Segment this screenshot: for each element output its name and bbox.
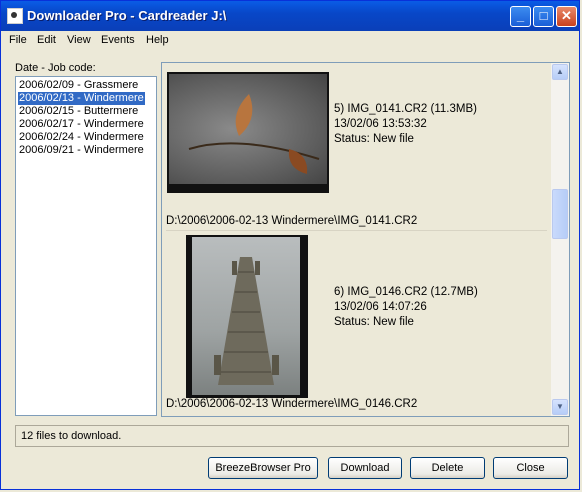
file-name: 6) IMG_0146.CR2 (12.7MB) bbox=[334, 286, 478, 298]
job-item[interactable]: 2006/09/21 - Windermere bbox=[18, 144, 145, 157]
main-window: Downloader Pro - Cardreader J:\ _ □ ✕ Fi… bbox=[0, 0, 580, 490]
window-title: Downloader Pro - Cardreader J:\ bbox=[27, 8, 227, 23]
scroll-thumb[interactable] bbox=[552, 189, 568, 239]
scroll-up-icon[interactable]: ▲ bbox=[552, 64, 568, 80]
download-button[interactable]: Download bbox=[328, 457, 402, 479]
menu-help[interactable]: Help bbox=[146, 34, 169, 46]
menu-file[interactable]: File bbox=[9, 34, 27, 46]
job-item[interactable]: 2006/02/17 - Windermere bbox=[18, 118, 145, 131]
file-status: Status: New file bbox=[334, 133, 414, 145]
job-item[interactable]: 2006/02/09 - Grassmere bbox=[18, 79, 139, 92]
menu-edit[interactable]: Edit bbox=[37, 34, 56, 46]
file-info-1: 5) IMG_0141.CR2 (11.3MB) 13/02/06 13:53:… bbox=[334, 102, 477, 147]
job-item[interactable]: 2006/02/24 - Windermere bbox=[18, 131, 145, 144]
vertical-scrollbar[interactable]: ▲ ▼ bbox=[551, 63, 569, 416]
menu-events[interactable]: Events bbox=[101, 34, 135, 46]
maximize-button[interactable]: □ bbox=[533, 6, 554, 27]
menu-view[interactable]: View bbox=[67, 34, 91, 46]
file-date: 13/02/06 13:53:32 bbox=[334, 118, 427, 130]
file-date: 13/02/06 14:07:26 bbox=[334, 301, 427, 313]
breezebrowser-button[interactable]: BreezeBrowser Pro bbox=[208, 457, 318, 479]
file-info-2: 6) IMG_0146.CR2 (12.7MB) 13/02/06 14:07:… bbox=[334, 285, 478, 330]
job-item-selected[interactable]: 2006/02/13 - Windermere bbox=[18, 92, 145, 105]
job-list-label: Date - Job code: bbox=[15, 62, 96, 74]
job-item[interactable]: 2006/02/15 - Buttermere bbox=[18, 105, 139, 118]
leaf-photo bbox=[169, 74, 327, 184]
file-status: Status: New file bbox=[334, 316, 414, 328]
delete-button[interactable]: Delete bbox=[410, 457, 485, 479]
status-bar: 12 files to download. bbox=[15, 425, 569, 447]
job-list[interactable]: 2006/02/09 - Grassmere 2006/02/13 - Wind… bbox=[15, 76, 157, 416]
jetty-photo bbox=[192, 237, 300, 395]
minimize-button[interactable]: _ bbox=[510, 6, 531, 27]
thumbnail-img-0146[interactable] bbox=[186, 235, 308, 398]
thumbnail-img-0141[interactable] bbox=[167, 72, 329, 193]
title-bar[interactable]: Downloader Pro - Cardreader J:\ _ □ ✕ bbox=[1, 1, 579, 31]
file-list: 5) IMG_0141.CR2 (11.3MB) 13/02/06 13:53:… bbox=[162, 63, 551, 416]
close-button[interactable]: Close bbox=[493, 457, 568, 479]
menu-bar: File Edit View Events Help bbox=[1, 31, 579, 51]
camera-icon bbox=[7, 8, 23, 24]
file-path: D:\2006\2006-02-13 Windermere\IMG_0146.C… bbox=[166, 398, 418, 410]
divider bbox=[166, 230, 547, 231]
file-path: D:\2006\2006-02-13 Windermere\IMG_0141.C… bbox=[166, 215, 418, 227]
close-window-button[interactable]: ✕ bbox=[556, 6, 577, 27]
scroll-down-icon[interactable]: ▼ bbox=[552, 399, 568, 415]
file-name: 5) IMG_0141.CR2 (11.3MB) bbox=[334, 103, 477, 115]
file-preview-panel[interactable]: 5) IMG_0141.CR2 (11.3MB) 13/02/06 13:53:… bbox=[161, 62, 570, 417]
status-text: 12 files to download. bbox=[21, 430, 122, 442]
